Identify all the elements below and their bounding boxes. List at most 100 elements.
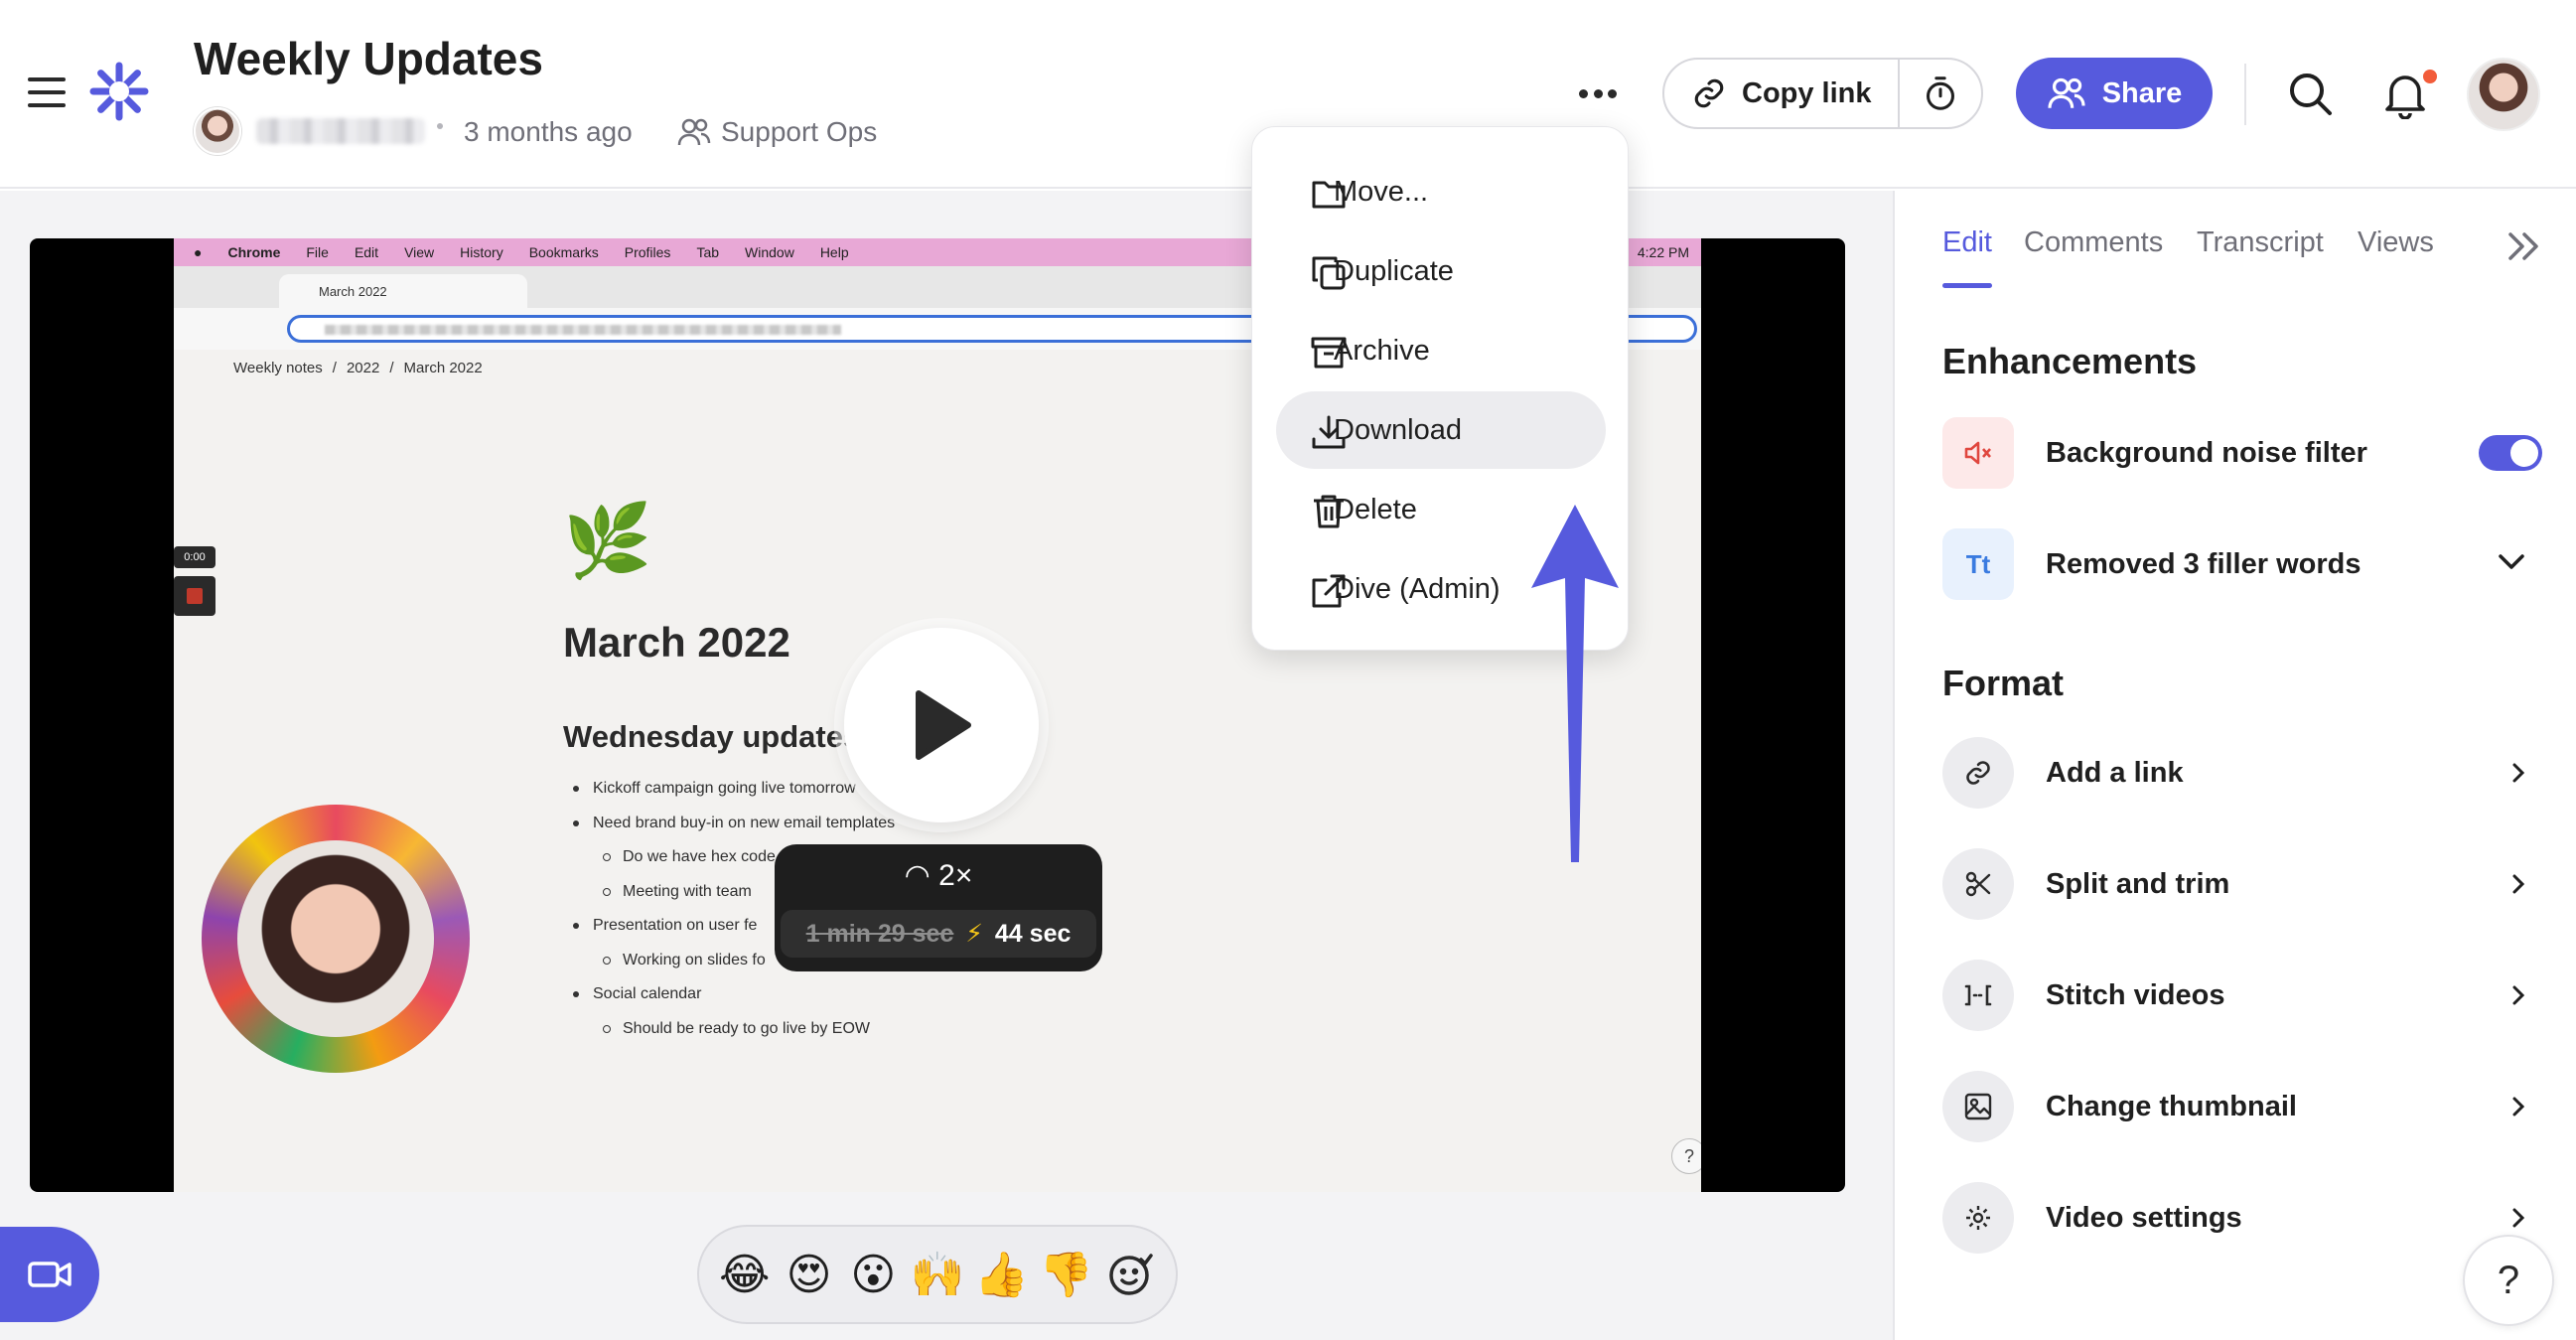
menu-item-move[interactable]: Move...	[1276, 153, 1606, 230]
fast-duration: 44 sec	[994, 919, 1072, 948]
timestamp-link-button[interactable]	[1900, 60, 1981, 127]
download-icon	[1312, 415, 1346, 449]
reaction-wow[interactable]: 😮	[844, 1250, 902, 1300]
reaction-thumbs-down[interactable]: 👎	[1038, 1249, 1095, 1300]
link-icon	[1942, 737, 2014, 809]
chevron-right-icon[interactable]	[2508, 872, 2528, 896]
mac-clock: 4:22 PM	[1637, 244, 1689, 260]
video-camera-icon	[28, 1262, 72, 1287]
chevron-down-icon[interactable]	[2497, 552, 2526, 572]
mac-menu-item: Bookmarks	[528, 244, 599, 260]
chevron-right-icon[interactable]	[2508, 983, 2528, 1007]
space-link[interactable]: Support Ops	[721, 116, 877, 148]
mac-menu-item: Help	[819, 244, 849, 260]
split-trim-label[interactable]: Split and trim	[2046, 868, 2229, 901]
mute-speaker-icon	[1942, 417, 2014, 489]
filler-words-label: Removed 3 filler words	[2046, 548, 2361, 580]
change-thumbnail-label[interactable]: Change thumbnail	[2046, 1091, 2297, 1123]
tab-comments[interactable]: Comments	[2024, 226, 2163, 259]
add-reaction-icon[interactable]	[1101, 1250, 1159, 1299]
original-duration: 1 min 29 sec	[805, 919, 954, 948]
menu-item-label: Dive (Admin)	[1334, 572, 1501, 605]
help-button[interactable]: ?	[2463, 1235, 2554, 1326]
video-settings-label[interactable]: Video settings	[2046, 1202, 2242, 1235]
apple-icon: ●	[194, 244, 203, 260]
doc-help-button: ?	[1671, 1138, 1701, 1174]
mac-menu-item: File	[306, 244, 329, 260]
enhancements-heading: Enhancements	[1942, 341, 2198, 381]
video-title[interactable]: Weekly Updates	[194, 32, 543, 85]
noise-filter-label: Background noise filter	[2046, 437, 2367, 469]
notification-dot	[2423, 70, 2437, 83]
doc-bullet: Need brand buy-in on new email templates	[563, 807, 895, 841]
menu-item-download[interactable]: Download	[1276, 391, 1606, 469]
reaction-heart-eyes[interactable]: 😍	[781, 1250, 838, 1300]
browser-tab: March 2022	[279, 274, 527, 308]
reaction-raised-hands[interactable]: 🙌	[909, 1249, 966, 1300]
camera-bubble	[237, 840, 434, 1037]
menu-item-duplicate[interactable]: Duplicate	[1276, 232, 1606, 310]
doc-sub-bullet: Should be ready to go live by EOW	[563, 1012, 895, 1047]
owner-avatar[interactable]	[194, 107, 241, 155]
search-icon[interactable]	[2286, 70, 2334, 117]
annotation-arrow-icon	[1531, 505, 1619, 862]
play-button[interactable]	[844, 628, 1039, 822]
scissors-icon	[1942, 848, 2014, 920]
mac-menu-item: Window	[745, 244, 794, 260]
duplicate-icon	[1312, 256, 1346, 290]
format-heading: Format	[1942, 663, 2065, 703]
link-icon	[1694, 78, 1724, 108]
header-divider	[2244, 64, 2246, 125]
menu-item-label: Move...	[1334, 175, 1429, 208]
menu-item-label: Duplicate	[1334, 254, 1454, 287]
user-avatar[interactable]	[2467, 58, 2540, 131]
add-link-label[interactable]: Add a link	[2046, 757, 2184, 790]
tab-edit[interactable]: Edit	[1942, 226, 1992, 259]
more-options-button[interactable]	[1571, 74, 1625, 113]
collapse-panel-icon[interactable]	[2503, 226, 2546, 266]
mac-menu-app: Chrome	[227, 244, 281, 260]
doc-heading: Wednesday updates	[563, 719, 861, 754]
hamburger-menu-icon[interactable]	[28, 77, 66, 107]
speed-value: 2×	[938, 859, 973, 892]
speed-durations: 1 min 29 sec ⚡ 44 sec	[781, 910, 1096, 958]
leaf-emoji-icon: 🌿	[563, 502, 652, 581]
meta-separator	[437, 123, 443, 129]
recording-stop-icon	[174, 576, 215, 616]
stitch-icon	[1942, 960, 2014, 1031]
noise-filter-toggle[interactable]	[2479, 435, 2542, 471]
image-icon	[1942, 1071, 2014, 1142]
menu-item-label: Download	[1334, 413, 1462, 446]
breadcrumb-item: Weekly notes	[233, 360, 323, 376]
archive-icon	[1311, 337, 1347, 369]
record-button[interactable]	[0, 1227, 99, 1322]
breadcrumb-item: March 2022	[403, 360, 483, 376]
speed-tooltip[interactable]: ◠ 2× 1 min 29 sec ⚡ 44 sec	[775, 844, 1102, 971]
reaction-laugh[interactable]: 😂	[716, 1250, 774, 1300]
chevron-right-icon[interactable]	[2508, 761, 2528, 785]
playback-speed: ◠ 2×	[904, 859, 973, 892]
trash-icon	[1314, 495, 1344, 528]
mac-menu-item: History	[460, 244, 503, 260]
chevron-right-icon[interactable]	[2508, 1095, 2528, 1118]
copy-link-group: Copy link	[1662, 58, 1983, 129]
copy-link-button[interactable]: Copy link	[1664, 60, 1900, 127]
copy-link-label: Copy link	[1742, 76, 1872, 109]
tab-views[interactable]: Views	[2358, 226, 2434, 259]
loom-logo-icon[interactable]	[89, 62, 149, 121]
doc-bullet: Social calendar	[563, 977, 895, 1012]
tab-transcript[interactable]: Transcript	[2197, 226, 2324, 259]
team-icon	[677, 118, 711, 146]
reaction-thumbs-up[interactable]: 👍	[973, 1249, 1031, 1300]
share-button[interactable]: Share	[2016, 58, 2213, 129]
play-icon	[916, 690, 971, 760]
menu-item-archive[interactable]: Archive	[1276, 312, 1606, 389]
stopwatch-icon	[1927, 76, 1954, 110]
stitch-videos-label[interactable]: Stitch videos	[2046, 979, 2225, 1012]
chevron-right-icon[interactable]	[2508, 1206, 2528, 1230]
mac-menu-item: Tab	[696, 244, 720, 260]
share-label: Share	[2101, 76, 2183, 109]
owner-name-redacted	[256, 118, 425, 144]
doc-bullet: Kickoff campaign going live tomorrow	[563, 772, 895, 807]
doc-title: March 2022	[563, 619, 790, 666]
